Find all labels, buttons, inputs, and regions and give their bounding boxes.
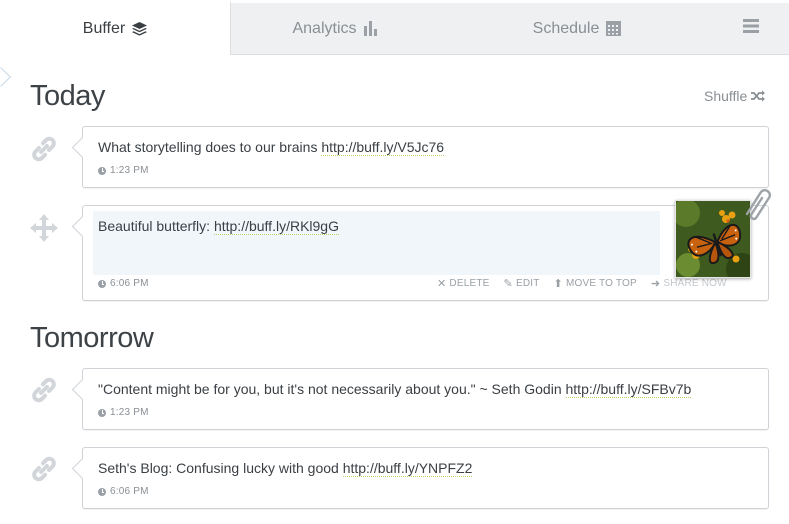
delete-button[interactable]: ✕ DELETE xyxy=(437,277,490,290)
clock-icon xyxy=(98,408,106,417)
pencil-icon: ✎ xyxy=(503,278,513,290)
menu-icon xyxy=(743,19,759,38)
arrow-up-icon: ⬆ xyxy=(553,278,563,290)
post-card-hovered[interactable]: Beautiful butterfly: http://buff.ly/RKl9… xyxy=(82,189,772,301)
post-text-body: "Content might be for you, but it's not … xyxy=(98,381,566,397)
post-actions: ✕ DELETE ✎ EDIT ⬆ MOVE TO TOP ➜ SHARE NO… xyxy=(437,277,741,290)
butterfly-thumbnail[interactable] xyxy=(675,200,751,278)
post-link[interactable]: http://buff.ly/SFBv7b xyxy=(565,381,692,398)
edit-label: EDIT xyxy=(515,278,540,289)
tab-schedule[interactable]: Schedule xyxy=(441,3,713,55)
delete-label: DELETE xyxy=(449,278,490,289)
post-time: 1:23 PM xyxy=(98,407,149,418)
post-text: "Content might be for you, but it's not … xyxy=(98,381,692,398)
tab-menu[interactable] xyxy=(713,3,789,55)
share-now-label: SHARE NOW xyxy=(663,278,727,289)
link-icon xyxy=(29,454,59,484)
tab-analytics-label: Analytics xyxy=(292,19,357,37)
paperclip-icon xyxy=(741,184,772,231)
tab-buffer-label: Buffer xyxy=(82,19,126,37)
post-text: Seth's Blog: Confusing lucky with good h… xyxy=(98,460,473,477)
tab-schedule-label: Schedule xyxy=(532,19,600,37)
panel-caret xyxy=(0,67,11,87)
edit-button[interactable]: ✎ EDIT xyxy=(504,277,540,290)
post-time: 6:06 PM xyxy=(98,278,149,289)
post-time-label: 6:06 PM xyxy=(110,486,149,497)
post-time-label: 1:23 PM xyxy=(110,165,149,176)
tab-analytics[interactable]: Analytics xyxy=(231,3,441,55)
post-time-label: 6:06 PM xyxy=(110,278,149,289)
post-time-label: 1:23 PM xyxy=(110,407,149,418)
post-card[interactable]: "Content might be for you, but it's not … xyxy=(82,368,769,430)
link-icon xyxy=(29,134,59,164)
today-heading: Today xyxy=(30,80,105,112)
post-link[interactable]: http://buff.ly/YNPFZ2 xyxy=(342,460,473,477)
calendar-icon xyxy=(606,21,622,36)
share-now-button[interactable]: ➜ SHARE NOW xyxy=(651,277,727,290)
bar-chart-icon xyxy=(363,21,380,36)
tomorrow-heading: Tomorrow xyxy=(30,322,154,354)
post-link[interactable]: http://buff.ly/RKl9gG xyxy=(213,218,339,235)
clock-icon xyxy=(98,166,106,175)
tab-bar: Buffer Analytics Schedule xyxy=(0,0,789,55)
move-to-top-button[interactable]: ⬆ MOVE TO TOP xyxy=(554,277,637,290)
post-text-body: Beautiful butterfly: xyxy=(98,218,214,234)
post-text-body: What storytelling does to our brains xyxy=(98,139,322,155)
post-text: What storytelling does to our brains htt… xyxy=(98,139,445,156)
layers-icon xyxy=(132,21,148,36)
clock-icon xyxy=(98,279,106,288)
shuffle-icon xyxy=(751,90,766,102)
link-icon xyxy=(29,375,59,405)
arrow-right-icon: ➜ xyxy=(650,278,661,290)
x-icon: ✕ xyxy=(437,278,447,290)
move-icon[interactable] xyxy=(29,213,59,243)
shuffle-label: Shuffle xyxy=(704,88,748,104)
post-card[interactable]: What storytelling does to our brains htt… xyxy=(82,126,769,188)
post-link[interactable]: http://buff.ly/V5Jc76 xyxy=(321,139,445,156)
post-card[interactable]: Seth's Blog: Confusing lucky with good h… xyxy=(82,447,769,509)
tab-buffer[interactable]: Buffer xyxy=(0,2,231,55)
clock-icon xyxy=(98,487,106,496)
post-text-body: Seth's Blog: Confusing lucky with good xyxy=(98,460,343,476)
move-to-top-label: MOVE TO TOP xyxy=(565,278,637,289)
post-time: 6:06 PM xyxy=(98,486,149,497)
shuffle-button[interactable]: Shuffle xyxy=(704,88,766,104)
post-text: Beautiful butterfly: http://buff.ly/RKl9… xyxy=(98,218,339,235)
post-time: 1:23 PM xyxy=(98,165,149,176)
